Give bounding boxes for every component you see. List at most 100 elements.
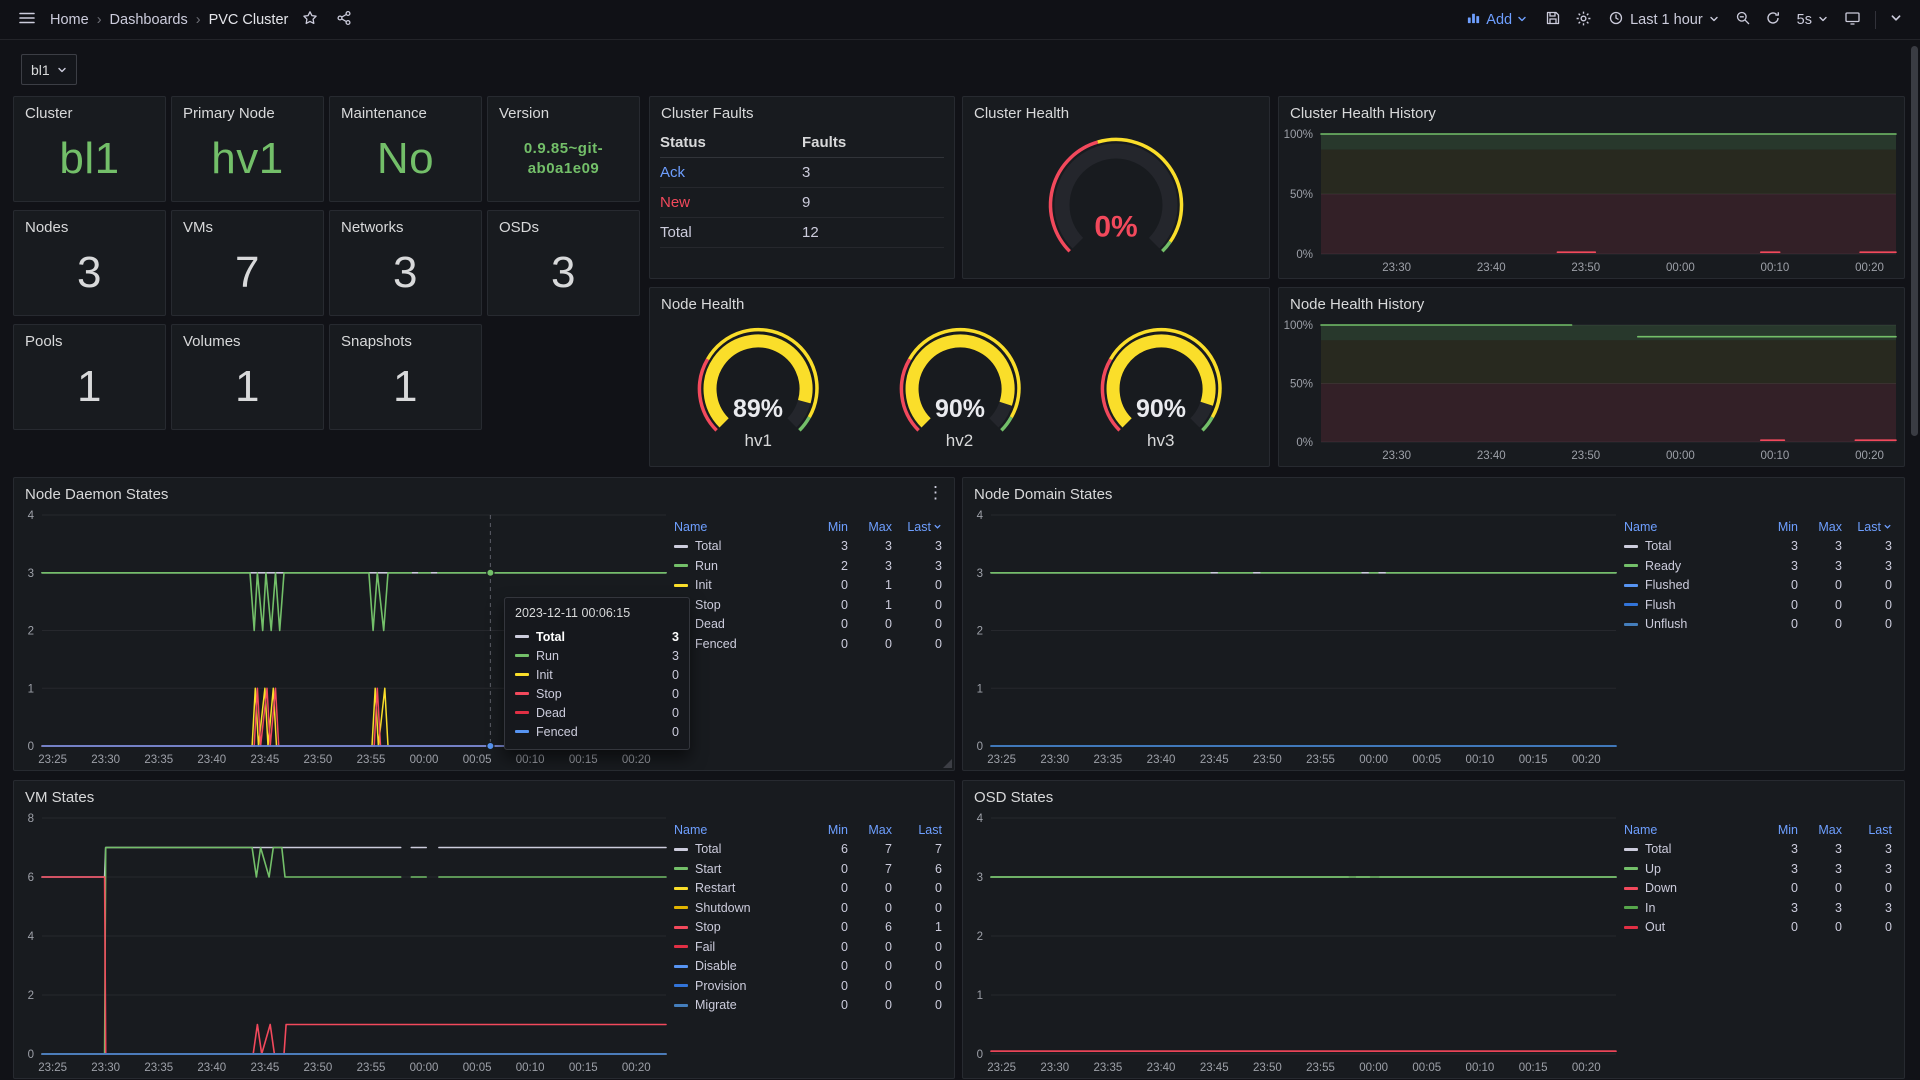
legend-series-name[interactable]: Flushed [1624, 578, 1754, 592]
legend-series-name[interactable]: Out [1624, 920, 1754, 934]
chart-area[interactable]: 0246823:2523:3023:3523:4023:4523:5023:55… [14, 808, 674, 1078]
legend-header-min[interactable]: Min [1754, 520, 1798, 534]
zoom-out-button[interactable] [1731, 6, 1755, 33]
refresh-button[interactable] [1761, 6, 1785, 33]
svg-text:90%: 90% [934, 394, 984, 422]
legend-header-min[interactable]: Min [804, 823, 848, 837]
legend-row: Init010 [674, 576, 942, 596]
legend-header-max[interactable]: Max [848, 823, 892, 837]
legend-row: Ready333 [1624, 556, 1892, 576]
chart-area[interactable]: 0%50%100%23:3023:4023:5000:0000:1000:20 [1279, 315, 1904, 466]
legend-header-last[interactable]: Last [892, 520, 942, 534]
series-color-swatch [674, 545, 688, 548]
legend-header-max[interactable]: Max [1798, 520, 1842, 534]
fault-status-new[interactable]: New [660, 194, 802, 211]
legend-series-name[interactable]: Unflush [1624, 617, 1754, 631]
node-gauge-hv1: 89% hv1 [665, 327, 851, 451]
legend-header-name[interactable]: Name [1624, 520, 1754, 534]
legend-series-name[interactable]: Stop [674, 920, 804, 934]
svg-text:90%: 90% [1136, 394, 1186, 422]
legend-series-name[interactable]: Ready [1624, 559, 1754, 573]
chart-area[interactable]: 0%50%100%23:3023:4023:5000:0000:1000:20 [1279, 124, 1904, 278]
legend-row: Disable000 [674, 957, 942, 977]
legend-series-name[interactable]: Run [674, 559, 804, 573]
legend-header-last[interactable]: Last [1842, 520, 1892, 534]
breadcrumb-home[interactable]: Home [50, 12, 89, 28]
svg-text:6: 6 [28, 872, 34, 884]
legend-series-name[interactable]: In [1624, 901, 1754, 915]
legend-series-name[interactable]: Stop [674, 598, 804, 612]
legend-header-name[interactable]: Name [674, 520, 804, 534]
legend-series-name[interactable]: Down [1624, 881, 1754, 895]
svg-text:23:50: 23:50 [304, 754, 333, 766]
legend-series-name[interactable]: Fenced [674, 637, 804, 651]
breadcrumb-dashboards[interactable]: Dashboards [110, 12, 188, 28]
series-color-swatch [515, 730, 529, 733]
svg-text:23:30: 23:30 [91, 1062, 120, 1074]
series-color-swatch [1624, 623, 1638, 626]
page-scrollbar[interactable] [1911, 46, 1918, 436]
tooltip-row: Dead0 [515, 703, 679, 722]
legend-series-name[interactable]: Total [1624, 539, 1754, 553]
svg-text:23:35: 23:35 [144, 1062, 173, 1074]
node-health-history-chart[interactable]: 0%50%100%23:3023:4023:5000:0000:1000:20 [1279, 315, 1904, 466]
legend-series-name[interactable]: Total [674, 539, 804, 553]
add-button[interactable]: Add [1458, 6, 1535, 33]
kiosk-mode-button[interactable] [1840, 6, 1865, 33]
legend-series-name[interactable]: Disable [674, 959, 804, 973]
legend-series-name[interactable]: Init [674, 578, 804, 592]
refresh-interval-picker[interactable]: 5s [1791, 8, 1834, 32]
svg-text:23:50: 23:50 [1253, 754, 1282, 766]
legend-header-min[interactable]: Min [804, 520, 848, 534]
svg-text:00:15: 00:15 [569, 1062, 598, 1074]
legend-series-name[interactable]: Flush [1624, 598, 1754, 612]
node-domain-chart[interactable]: 0123423:2523:3023:3523:4023:4523:5023:55… [963, 505, 1624, 770]
legend-series-name[interactable]: Fail [674, 940, 804, 954]
chart-area[interactable]: 0123423:2523:3023:3523:4023:4523:5023:55… [963, 505, 1624, 770]
save-dashboard-button[interactable] [1541, 6, 1565, 33]
legend-header-last[interactable]: Last [892, 823, 942, 837]
column-header-faults[interactable]: Faults [802, 134, 944, 151]
legend-row: Fail000 [674, 937, 942, 957]
legend-series-name[interactable]: Provision [674, 979, 804, 993]
svg-text:100%: 100% [1284, 129, 1313, 141]
legend-series-name[interactable]: Total [674, 842, 804, 856]
fault-status-ack[interactable]: Ack [660, 164, 802, 181]
vm-states-chart[interactable]: 0246823:2523:3023:3523:4023:4523:5023:55… [14, 808, 674, 1078]
column-header-status[interactable]: Status [660, 134, 802, 151]
legend-series-name[interactable]: Restart [674, 881, 804, 895]
cluster-health-history-chart[interactable]: 0%50%100%23:3023:4023:5000:0000:1000:20 [1279, 124, 1904, 278]
time-range-picker[interactable]: Last 1 hour [1602, 6, 1725, 34]
menu-toggle-button[interactable] [14, 5, 40, 34]
osd-states-chart[interactable]: 0123423:2523:3023:3523:4023:4523:5023:55… [963, 808, 1624, 1078]
gear-icon [1575, 10, 1592, 30]
legend-header-min[interactable]: Min [1754, 823, 1798, 837]
breadcrumb-separator: › [196, 12, 201, 28]
legend-series-name[interactable]: Shutdown [674, 901, 804, 915]
collapse-navbar-button[interactable] [1886, 8, 1906, 31]
svg-text:00:00: 00:00 [1666, 262, 1695, 274]
legend-series-name[interactable]: Total [1624, 842, 1754, 856]
panel-title: VM States [14, 781, 954, 808]
panel-menu-icon[interactable]: ⋮ [927, 478, 954, 501]
svg-text:2: 2 [28, 626, 34, 638]
svg-text:23:30: 23:30 [1040, 754, 1069, 766]
legend-series-name[interactable]: Dead [674, 617, 804, 631]
variable-picker-node[interactable]: bl1 [21, 54, 77, 85]
legend-header-max[interactable]: Max [848, 520, 892, 534]
dashboard-settings-button[interactable] [1571, 6, 1596, 34]
chart-area[interactable]: 0123423:2523:3023:3523:4023:4523:5023:55… [963, 808, 1624, 1078]
legend-header-name[interactable]: Name [1624, 823, 1754, 837]
legend-series-name[interactable]: Up [1624, 862, 1754, 876]
legend-series-name[interactable]: Migrate [674, 998, 804, 1012]
share-button[interactable] [332, 6, 356, 33]
panel-resize-handle[interactable] [943, 759, 952, 768]
legend-header-last[interactable]: Last [1842, 823, 1892, 837]
star-icon [302, 10, 318, 29]
legend-series-name[interactable]: Start [674, 862, 804, 876]
favorite-star-button[interactable] [298, 6, 322, 33]
legend-header-max[interactable]: Max [1798, 823, 1842, 837]
legend-header-name[interactable]: Name [674, 823, 804, 837]
stat-value: No [330, 124, 481, 201]
svg-text:2: 2 [977, 931, 983, 943]
